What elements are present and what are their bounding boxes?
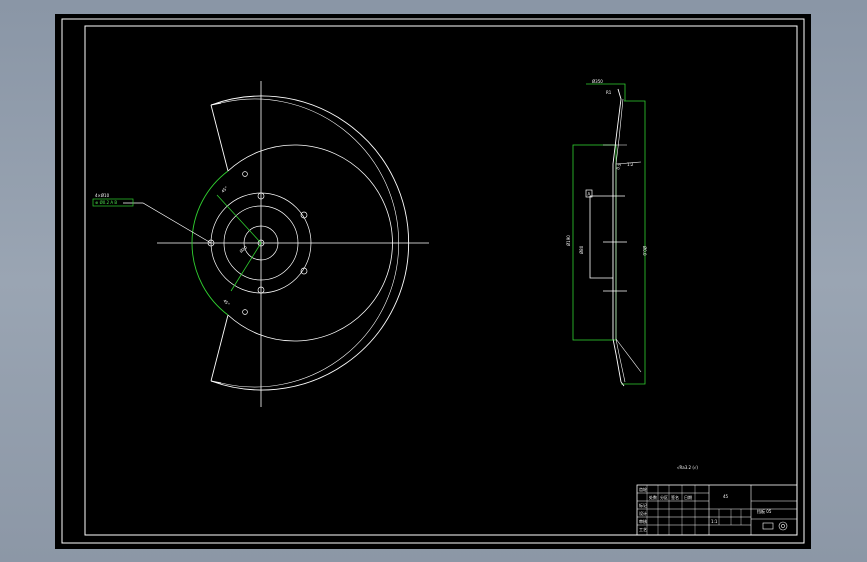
projection-symbol-cone: [762, 522, 774, 530]
cad-viewport[interactable]: 4×Ø10 ⊕ Ø0.2 A B 45° 45° Ø20 A Ø350 Ø190…: [55, 14, 811, 549]
title-block-part-name: 齿轮: [639, 486, 647, 492]
notch-top-edge-1: [210, 104, 229, 172]
title-block-col-label: 签名: [671, 494, 679, 500]
title-block-col-label: 分区: [660, 494, 668, 500]
hole-callout-bottom-text: ⊕ Ø0.2 A B: [95, 200, 117, 205]
inner-frame: [84, 25, 798, 536]
section-part-profile: [612, 88, 625, 387]
section-dimension-box: [572, 144, 617, 341]
section-diameter-label: Ø80: [579, 245, 584, 254]
title-block-row-label: 审核: [639, 518, 647, 524]
hole-callout-leader: [123, 202, 212, 244]
radial-dimension-line: [230, 242, 262, 292]
projection-symbol-circle-inner: [781, 524, 785, 528]
section-dash: [615, 338, 642, 373]
title-block-row-label: 设计: [639, 510, 647, 516]
bolt-hole: [242, 309, 248, 315]
section-outer-dimension: [621, 100, 646, 385]
title-block-col-label: 日期: [684, 494, 692, 500]
front-view: 4×Ø10 ⊕ Ø0.2 A B 45° 45° Ø20: [92, 81, 429, 407]
title-block-scale: 1:1: [711, 519, 718, 524]
tolerance-label: R1: [606, 90, 612, 95]
section-diameter-label: Ø190: [566, 235, 571, 246]
title-block-col-label: 处数: [649, 494, 657, 500]
projection-symbol-circle: [778, 521, 788, 531]
section-part-profile-outer: [615, 98, 626, 383]
radial-dimension-line: [216, 194, 262, 244]
roughness-note: √Ra3.2 (√): [677, 465, 698, 470]
title-block-drawing-name: 挡板 05: [757, 508, 772, 514]
section-view: A Ø350 Ø190 Ø80 Ø0.0 R1 0.5 1:2: [566, 79, 647, 387]
bolt-hole: [242, 171, 248, 177]
title-block-row-label: 标记: [639, 502, 647, 508]
tolerance-label: 1:2: [627, 162, 634, 167]
section-top-note: Ø350: [592, 79, 603, 84]
angle-label: 45°: [222, 298, 231, 307]
datum-label: A: [588, 192, 591, 197]
section-hub: [589, 196, 613, 279]
hole-callout-top-text: 4×Ø10: [95, 193, 110, 198]
title-block: 45 挡板 05 齿轮 1:1 标记 设计 审核 工艺 处数 分区 签名 日期: [636, 484, 798, 536]
section-diameter-label: Ø0.0: [642, 246, 647, 256]
cad-drawing-canvas: 4×Ø10 ⊕ Ø0.2 A B 45° 45° Ø20 A Ø350 Ø190…: [61, 18, 805, 544]
angle-label: 45°: [220, 185, 229, 194]
title-block-row-label: 工艺: [639, 527, 647, 532]
notch-bottom-edge-1: [210, 314, 229, 382]
title-block-material: 45: [723, 494, 729, 499]
